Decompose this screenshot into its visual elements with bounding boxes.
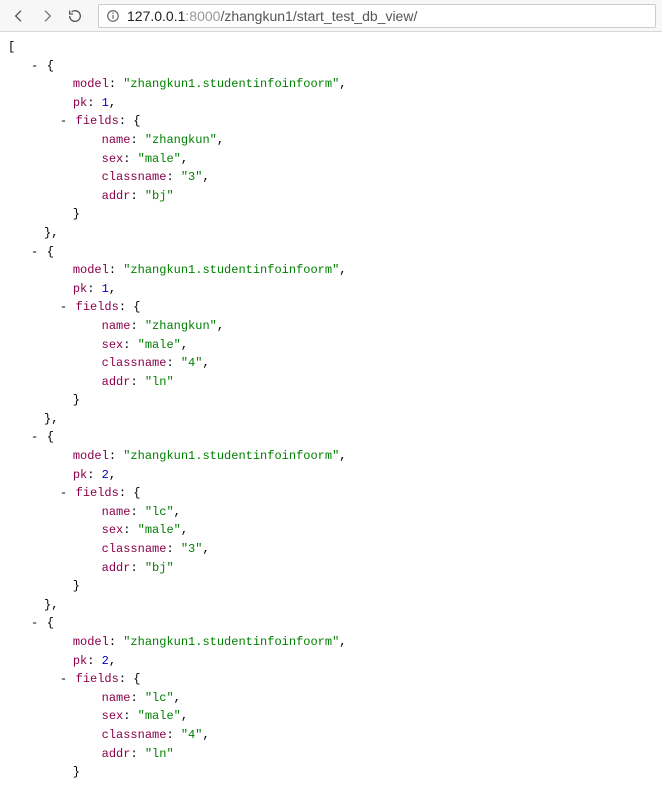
json-object-close: }, bbox=[8, 224, 654, 243]
json-fields-close: } bbox=[8, 205, 654, 224]
collapse-toggle-icon[interactable]: - bbox=[30, 428, 40, 447]
json-object-open: - { bbox=[8, 614, 654, 633]
json-kv-name: name: "lc", bbox=[8, 689, 654, 708]
arrow-left-icon bbox=[11, 8, 27, 24]
json-kv-name: name: "zhangkun", bbox=[8, 131, 654, 150]
json-fields-close: } bbox=[8, 577, 654, 596]
json-fields-open: - fields: { bbox=[8, 484, 654, 503]
url-host: 127.0.0.1 bbox=[127, 8, 185, 24]
json-kv-name: name: "lc", bbox=[8, 503, 654, 522]
address-bar[interactable]: 127.0.0.1:8000/zhangkun1/start_test_db_v… bbox=[98, 4, 656, 28]
json-object-close: }, bbox=[8, 596, 654, 615]
json-kv-addr: addr: "bj" bbox=[8, 187, 654, 206]
json-object-open: - { bbox=[8, 57, 654, 76]
json-kv-classname: classname: "3", bbox=[8, 168, 654, 187]
json-fields-open: - fields: { bbox=[8, 670, 654, 689]
json-kv-model: model: "zhangkun1.studentinfoinfoorm", bbox=[8, 633, 654, 652]
json-kv-sex: sex: "male", bbox=[8, 707, 654, 726]
collapse-toggle-icon[interactable]: - bbox=[58, 112, 68, 131]
json-fields-open: - fields: { bbox=[8, 298, 654, 317]
json-kv-classname: classname: "4", bbox=[8, 726, 654, 745]
json-fields-close: } bbox=[8, 391, 654, 410]
json-fields-open: - fields: { bbox=[8, 112, 654, 131]
json-kv-sex: sex: "male", bbox=[8, 336, 654, 355]
arrow-right-icon bbox=[39, 8, 55, 24]
browser-toolbar: 127.0.0.1:8000/zhangkun1/start_test_db_v… bbox=[0, 0, 662, 32]
json-viewer: [ - { model: "zhangkun1.studentinfoinfoo… bbox=[0, 32, 662, 802]
collapse-toggle-icon[interactable]: - bbox=[30, 243, 40, 262]
reload-button[interactable] bbox=[62, 3, 88, 29]
json-kv-addr: addr: "ln" bbox=[8, 745, 654, 764]
url-path: /zhangkun1/start_test_db_view/ bbox=[220, 8, 417, 24]
collapse-toggle-icon[interactable]: - bbox=[58, 670, 68, 689]
json-kv-sex: sex: "male", bbox=[8, 150, 654, 169]
json-kv-addr: addr: "bj" bbox=[8, 559, 654, 578]
back-button[interactable] bbox=[6, 3, 32, 29]
url-port: :8000 bbox=[185, 8, 220, 24]
site-info-icon[interactable] bbox=[105, 8, 121, 24]
reload-icon bbox=[67, 8, 83, 24]
json-kv-name: name: "zhangkun", bbox=[8, 317, 654, 336]
collapse-toggle-icon[interactable]: - bbox=[58, 484, 68, 503]
json-kv-pk: pk: 1, bbox=[8, 94, 654, 113]
json-object-close: }, bbox=[8, 410, 654, 429]
json-object-open: - { bbox=[8, 243, 654, 262]
collapse-toggle-icon[interactable]: - bbox=[30, 57, 40, 76]
json-kv-sex: sex: "male", bbox=[8, 521, 654, 540]
forward-button[interactable] bbox=[34, 3, 60, 29]
json-array-open: [ bbox=[8, 38, 654, 57]
json-kv-model: model: "zhangkun1.studentinfoinfoorm", bbox=[8, 75, 654, 94]
json-kv-classname: classname: "4", bbox=[8, 354, 654, 373]
json-kv-model: model: "zhangkun1.studentinfoinfoorm", bbox=[8, 447, 654, 466]
json-kv-classname: classname: "3", bbox=[8, 540, 654, 559]
json-kv-pk: pk: 1, bbox=[8, 280, 654, 299]
json-kv-addr: addr: "ln" bbox=[8, 373, 654, 392]
json-object-open: - { bbox=[8, 428, 654, 447]
json-kv-pk: pk: 2, bbox=[8, 466, 654, 485]
collapse-toggle-icon[interactable]: - bbox=[58, 298, 68, 317]
json-kv-pk: pk: 2, bbox=[8, 652, 654, 671]
json-kv-model: model: "zhangkun1.studentinfoinfoorm", bbox=[8, 261, 654, 280]
collapse-toggle-icon[interactable]: - bbox=[30, 614, 40, 633]
json-fields-close: } bbox=[8, 763, 654, 782]
